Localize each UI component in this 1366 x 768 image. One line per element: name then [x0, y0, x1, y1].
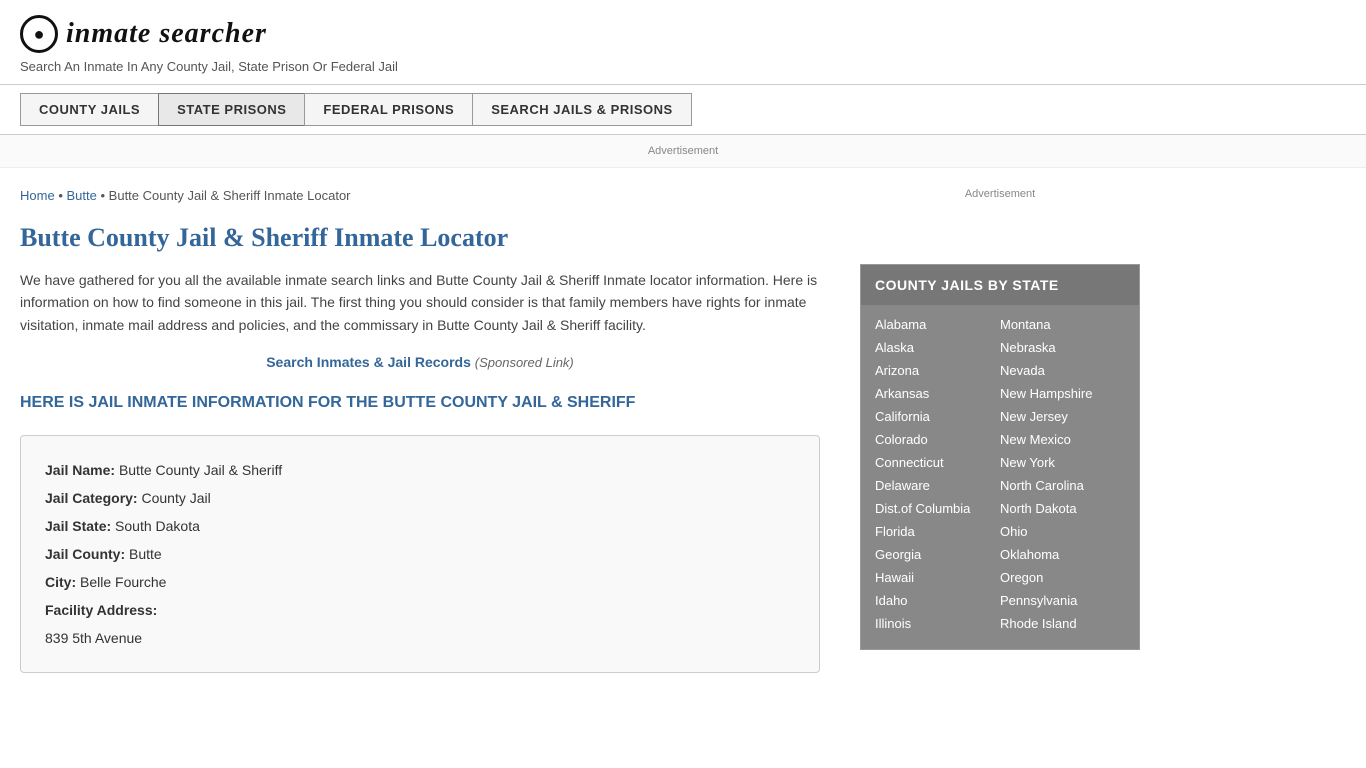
description: We have gathered for you all the availab… — [20, 269, 820, 336]
state-item[interactable]: New Jersey — [1000, 405, 1125, 428]
sidebar: Advertisement COUNTY JAILS BY STATE Alab… — [840, 168, 1140, 693]
state-item[interactable]: New York — [1000, 451, 1125, 474]
state-item[interactable]: Montana — [1000, 313, 1125, 336]
logo-searcher: searcher — [159, 18, 267, 49]
county-jails-title: COUNTY JAILS BY STATE — [861, 265, 1139, 305]
jail-category-value: County Jail — [141, 490, 210, 506]
state-item[interactable]: Illinois — [875, 612, 1000, 635]
jail-county-value: Butte — [129, 546, 162, 562]
state-item[interactable]: Hawaii — [875, 566, 1000, 589]
jail-county-label: Jail County: — [45, 546, 125, 562]
state-item[interactable]: Georgia — [875, 543, 1000, 566]
logo-area: ● inmate searcher — [20, 15, 1346, 53]
logo-text: inmate searcher — [66, 18, 267, 50]
state-item[interactable]: Pennsylvania — [1000, 589, 1125, 612]
state-item[interactable]: Colorado — [875, 428, 1000, 451]
nav-state-prisons[interactable]: STATE PRISONS — [158, 93, 304, 126]
nav-search-jails[interactable]: SEARCH JAILS & PRISONS — [472, 93, 691, 126]
nav-county-jails[interactable]: COUNTY JAILS — [20, 93, 158, 126]
nav-federal-prisons[interactable]: FEDERAL PRISONS — [304, 93, 472, 126]
jail-category-row: Jail Category: County Jail — [45, 484, 795, 512]
jail-name-value: Butte County Jail & Sheriff — [119, 462, 282, 478]
section-heading: HERE IS JAIL INMATE INFORMATION FOR THE … — [20, 392, 820, 414]
logo-icon: ● — [20, 15, 58, 53]
content-area: Home • Butte • Butte County Jail & Sheri… — [20, 168, 840, 693]
state-item[interactable]: New Mexico — [1000, 428, 1125, 451]
info-box: Jail Name: Butte County Jail & Sheriff J… — [20, 435, 820, 673]
state-item[interactable]: Dist.of Columbia — [875, 497, 1000, 520]
state-item[interactable]: Arkansas — [875, 382, 1000, 405]
breadcrumb: Home • Butte • Butte County Jail & Sheri… — [20, 188, 820, 203]
jail-state-label: Jail State: — [45, 518, 111, 534]
state-item[interactable]: Arizona — [875, 359, 1000, 382]
jail-name-row: Jail Name: Butte County Jail & Sheriff — [45, 456, 795, 484]
breadcrumb-butte[interactable]: Butte — [67, 188, 97, 203]
jail-state-row: Jail State: South Dakota — [45, 512, 795, 540]
state-item[interactable]: North Dakota — [1000, 497, 1125, 520]
ad-banner-top: Advertisement — [0, 135, 1366, 168]
state-item[interactable]: North Carolina — [1000, 474, 1125, 497]
state-item[interactable]: Oregon — [1000, 566, 1125, 589]
tagline: Search An Inmate In Any County Jail, Sta… — [20, 59, 1346, 74]
state-item[interactable]: Nebraska — [1000, 336, 1125, 359]
facility-address-value: 839 5th Avenue — [45, 624, 795, 652]
state-item[interactable]: Florida — [875, 520, 1000, 543]
main-layout: Home • Butte • Butte County Jail & Sheri… — [0, 168, 1366, 693]
breadcrumb-current: Butte County Jail & Sheriff Inmate Locat… — [109, 188, 351, 203]
breadcrumb-sep1: • — [58, 188, 63, 203]
state-item[interactable]: Connecticut — [875, 451, 1000, 474]
state-item[interactable]: California — [875, 405, 1000, 428]
sponsored-suffix: (Sponsored Link) — [475, 355, 574, 370]
facility-address-row: Facility Address: 839 5th Avenue — [45, 596, 795, 652]
state-item[interactable]: Oklahoma — [1000, 543, 1125, 566]
nav-bar: COUNTY JAILS STATE PRISONS FEDERAL PRISO… — [0, 84, 1366, 135]
city-label: City: — [45, 574, 76, 590]
breadcrumb-home[interactable]: Home — [20, 188, 55, 203]
facility-address-label: Facility Address: — [45, 596, 795, 624]
sponsored-link-section: Search Inmates & Jail Records (Sponsored… — [20, 354, 820, 370]
city-row: City: Belle Fourche — [45, 568, 795, 596]
state-item[interactable]: Ohio — [1000, 520, 1125, 543]
sponsored-link[interactable]: Search Inmates & Jail Records — [266, 354, 471, 370]
state-item[interactable]: Delaware — [875, 474, 1000, 497]
header: ● inmate searcher Search An Inmate In An… — [0, 0, 1366, 84]
state-list: AlabamaAlaskaArizonaArkansasCaliforniaCo… — [861, 305, 1139, 649]
jail-county-row: Jail County: Butte — [45, 540, 795, 568]
state-item[interactable]: Nevada — [1000, 359, 1125, 382]
breadcrumb-sep2: • — [100, 188, 105, 203]
jail-name-label: Jail Name: — [45, 462, 115, 478]
state-item[interactable]: Rhode Island — [1000, 612, 1125, 635]
jail-state-value: South Dakota — [115, 518, 200, 534]
county-jails-box: COUNTY JAILS BY STATE AlabamaAlaskaArizo… — [860, 264, 1140, 650]
state-item[interactable]: New Hampshire — [1000, 382, 1125, 405]
state-item[interactable]: Alabama — [875, 313, 1000, 336]
state-item[interactable]: Alaska — [875, 336, 1000, 359]
page-title: Butte County Jail & Sheriff Inmate Locat… — [20, 223, 820, 253]
state-item[interactable]: Idaho — [875, 589, 1000, 612]
city-value: Belle Fourche — [80, 574, 166, 590]
logo-inmate: inmate — [66, 18, 159, 49]
jail-category-label: Jail Category: — [45, 490, 138, 506]
sidebar-ad: Advertisement — [860, 188, 1140, 248]
